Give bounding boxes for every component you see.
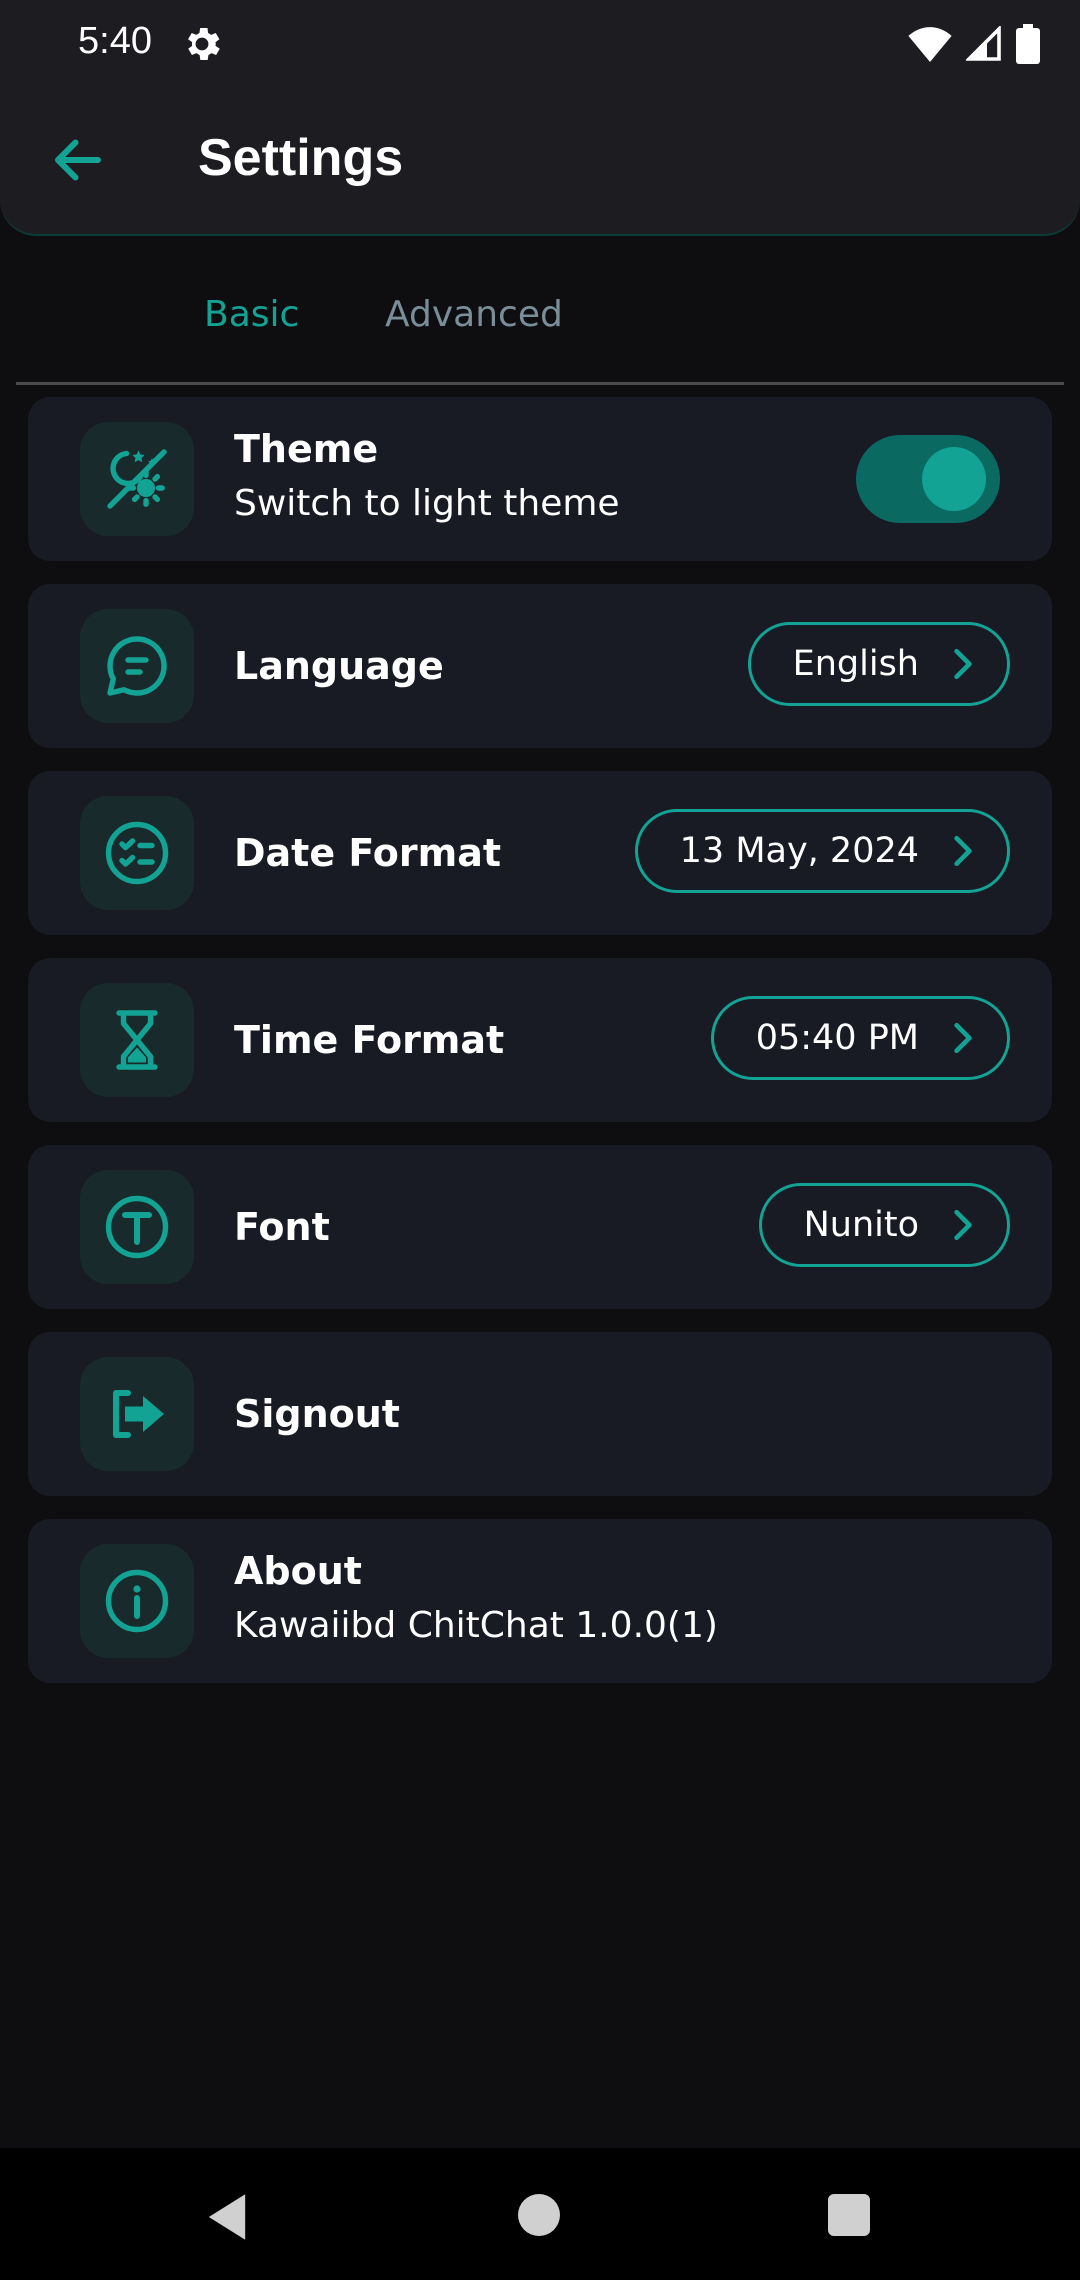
theme-subtitle: Switch to light theme [234,483,620,524]
about-title: About [234,1549,362,1593]
language-icon-container [80,609,194,723]
date-format-setting-card[interactable]: Date Format 13 May, 2024 [28,771,1052,935]
about-version: Kawaiibd ChitChat 1.0.0(1) [234,1605,718,1646]
tabs-divider [16,382,1064,385]
back-arrow-icon[interactable] [48,130,108,190]
font-title: Font [234,1205,330,1249]
checklist-icon [105,821,169,885]
time-format-select-button[interactable]: 05:40 PM [710,996,1010,1080]
font-value: Nunito [803,1205,919,1245]
chevron-right-icon [954,1209,972,1241]
settings-gear-icon [188,28,220,60]
toggle-knob [922,447,986,511]
time-format-value: 05:40 PM [755,1018,919,1058]
about-card[interactable]: About Kawaiibd ChitChat 1.0.0(1) [28,1519,1052,1683]
tab-advanced[interactable]: Advanced [385,294,563,335]
tab-basic[interactable]: Basic [204,294,299,335]
language-value: English [792,644,919,684]
info-icon [105,1569,169,1633]
time-format-icon-container [80,983,194,1097]
nav-back-icon[interactable] [204,2192,250,2242]
nav-recents-icon[interactable] [828,2194,870,2236]
date-format-title: Date Format [234,831,502,875]
signout-card[interactable]: Signout [28,1332,1052,1496]
time-format-title: Time Format [234,1018,505,1062]
page-title: Settings [198,129,404,187]
language-title: Language [234,644,444,688]
nav-home-icon[interactable] [518,2194,560,2236]
date-format-icon-container [80,796,194,910]
about-icon-container [80,1544,194,1658]
hourglass-icon [116,1010,158,1070]
theme-toggle[interactable] [856,435,1000,523]
font-select-button[interactable]: Nunito [758,1183,1010,1267]
status-icons [908,24,1040,64]
signout-title: Signout [234,1392,400,1436]
theme-moon-sun-icon [107,449,167,509]
font-setting-card[interactable]: Font Nunito [28,1145,1052,1309]
theme-title: Theme [234,427,379,471]
wifi-icon [908,27,952,62]
logout-arrow-icon [113,1390,164,1438]
system-navigation-bar [0,2148,1080,2280]
font-icon-container [80,1170,194,1284]
language-select-button[interactable]: English [747,622,1010,706]
status-bar: 5:40 [0,0,1080,88]
settings-tabs: Basic Advanced [0,280,1080,364]
signout-icon-container [80,1357,194,1471]
theme-setting-card[interactable]: Theme Switch to light theme [28,397,1052,561]
chat-bubble-icon [107,636,167,696]
letter-t-icon [105,1195,169,1259]
cell-signal-icon [966,26,1001,61]
chevron-right-icon [954,835,972,867]
battery-icon [1016,24,1040,64]
chevron-right-icon [954,1022,972,1054]
theme-icon-container [80,422,194,536]
time-format-setting-card[interactable]: Time Format 05:40 PM [28,958,1052,1122]
language-setting-card[interactable]: Language English [28,584,1052,748]
date-format-value: 13 May, 2024 [679,831,919,871]
chevron-right-icon [954,648,972,680]
status-time: 5:40 [78,20,152,62]
date-format-select-button[interactable]: 13 May, 2024 [634,809,1010,893]
app-bar: Settings [0,88,1080,236]
